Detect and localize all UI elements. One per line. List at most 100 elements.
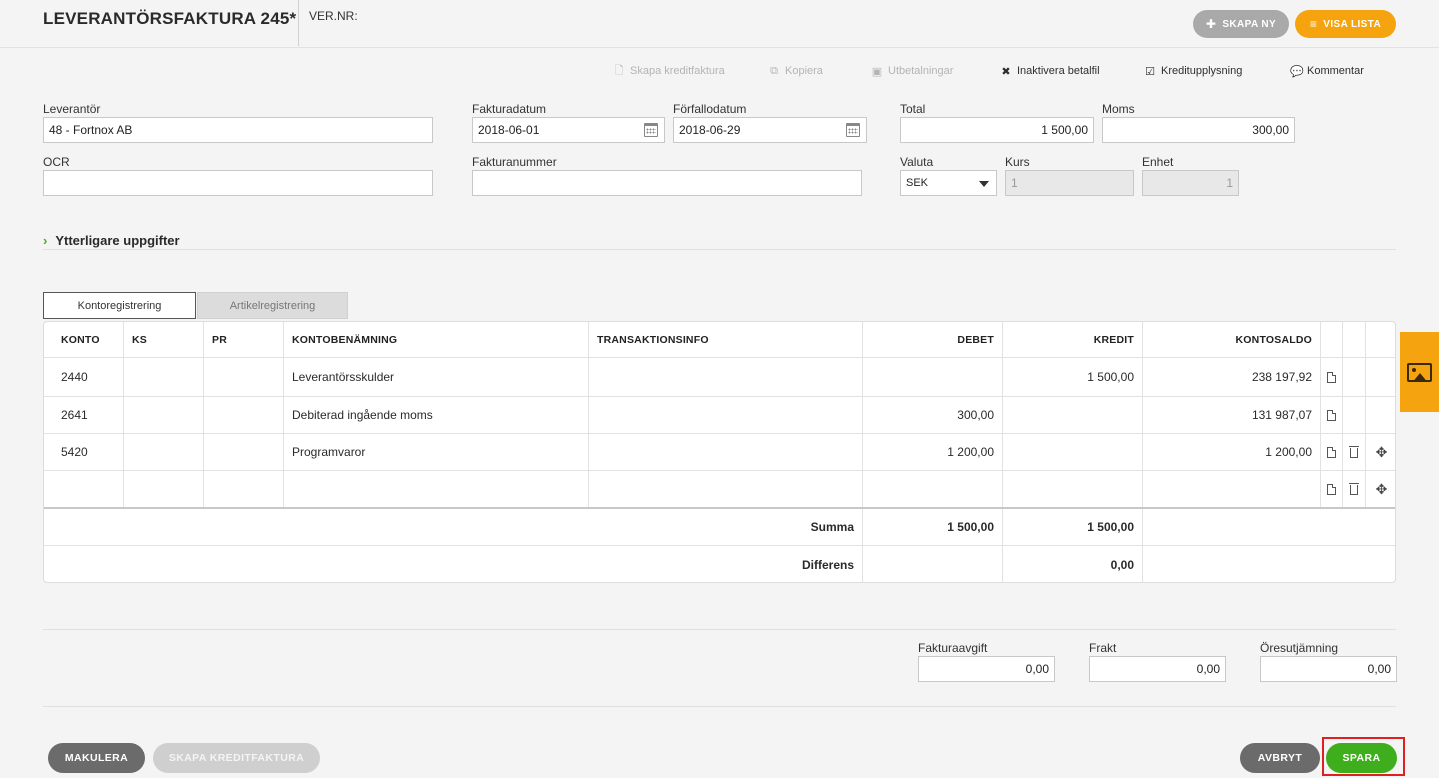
row-move-handle[interactable]: ✥ (1366, 434, 1395, 470)
sum-label: Summa (44, 509, 863, 545)
money-icon: ▣ (871, 65, 883, 78)
cell-account-name[interactable]: Debiterad ingående moms (284, 397, 589, 433)
invoice-fee-input[interactable]: 0,00 (918, 656, 1055, 682)
cell-kredit[interactable] (1003, 397, 1143, 433)
credit-info-action[interactable]: ☑ Kreditupplysning (1144, 63, 1242, 79)
cell-ks[interactable] (124, 434, 204, 470)
cell-account-name[interactable]: Programvaror (284, 434, 589, 470)
sum-row: Summa 1 500,00 1 500,00 (44, 509, 1395, 546)
cell-kredit[interactable] (1003, 471, 1143, 507)
cell-balance: 238 197,92 (1143, 358, 1321, 396)
unit-label: Enhet (1142, 155, 1174, 169)
cell-konto[interactable]: 5420 (44, 434, 124, 470)
more-details-toggle[interactable]: › Ytterligare uppgifter (43, 233, 180, 248)
row-document-button[interactable] (1321, 471, 1343, 507)
table-row[interactable]: 2440 Leverantörsskulder 1 500,00 238 197… (44, 358, 1395, 397)
due-date-input[interactable]: 2018-06-29 (673, 117, 867, 143)
title-divider (298, 0, 299, 46)
cell-pr[interactable] (204, 434, 284, 470)
cell-kredit[interactable]: 1 500,00 (1003, 358, 1143, 396)
calendar-icon[interactable] (644, 123, 658, 137)
cell-transaction-info[interactable] (589, 434, 863, 470)
column-header-konto[interactable]: KONTO (44, 322, 124, 357)
column-header-kredit[interactable]: KREDIT (1003, 322, 1143, 357)
cell-account-name[interactable] (284, 471, 589, 507)
cell-ks[interactable] (124, 358, 204, 396)
cell-konto[interactable]: 2641 (44, 397, 124, 433)
cell-account-name[interactable]: Leverantörsskulder (284, 358, 589, 396)
deactivate-payfile-action[interactable]: ✖ Inaktivera betalfil (1000, 63, 1099, 79)
comment-action[interactable]: 💬 Kommentar (1290, 63, 1364, 79)
cell-transaction-info[interactable] (589, 471, 863, 507)
calendar-icon[interactable] (846, 123, 860, 137)
save-button-highlight (1322, 737, 1405, 776)
cell-debet[interactable] (863, 358, 1003, 396)
column-header-balance[interactable]: KONTOSALDO (1143, 322, 1321, 357)
cell-transaction-info[interactable] (589, 397, 863, 433)
cell-transaction-info[interactable] (589, 358, 863, 396)
tab-account-registration[interactable]: Kontoregistrering (43, 292, 196, 319)
freight-input[interactable]: 0,00 (1089, 656, 1226, 682)
attachment-panel-toggle[interactable] (1400, 332, 1439, 412)
comment-icon: 💬 (1290, 65, 1304, 78)
cell-ks[interactable] (124, 471, 204, 507)
cell-debet[interactable] (863, 471, 1003, 507)
ver-nr-label: VER.NR: (309, 9, 358, 23)
show-list-button[interactable]: ≡ VISA LISTA (1295, 10, 1396, 38)
move-icon: ✥ (1375, 481, 1388, 497)
create-credit-invoice-action[interactable]: 🗋 Skapa kreditfaktura (613, 63, 725, 79)
tab-article-registration[interactable]: Artikelregistrering (197, 292, 348, 319)
cell-balance (1143, 471, 1321, 507)
row-move-handle[interactable]: ✥ (1366, 471, 1395, 507)
column-header-transaction-info[interactable]: TRANSAKTIONSINFO (589, 322, 863, 357)
column-header-debet[interactable]: DEBET (863, 322, 1003, 357)
cell-debet[interactable]: 300,00 (863, 397, 1003, 433)
invoice-date-input[interactable]: 2018-06-01 (472, 117, 665, 143)
row-document-button[interactable] (1321, 358, 1343, 396)
table-row[interactable]: 5420 Programvaror 1 200,00 1 200,00 ✥ (44, 434, 1395, 471)
rounding-input[interactable]: 0,00 (1260, 656, 1397, 682)
cell-konto[interactable] (44, 471, 124, 507)
void-button[interactable]: MAKULERA (48, 743, 145, 773)
column-header-pr[interactable]: PR (204, 322, 284, 357)
row-empty-action (1343, 358, 1366, 396)
create-credit-invoice-button[interactable]: SKAPA KREDITFAKTURA (153, 743, 320, 773)
supplier-input[interactable]: 48 - Fortnox AB (43, 117, 433, 143)
copy-action[interactable]: ⧉ Kopiera (768, 63, 823, 79)
cell-ks[interactable] (124, 397, 204, 433)
row-empty-action (1366, 397, 1395, 433)
row-document-button[interactable] (1321, 434, 1343, 470)
row-delete-button[interactable] (1343, 434, 1366, 470)
row-document-button[interactable] (1321, 397, 1343, 433)
cancel-button[interactable]: AVBRYT (1240, 743, 1320, 773)
ocr-input[interactable] (43, 170, 433, 196)
row-delete-button[interactable] (1343, 471, 1366, 507)
cell-pr[interactable] (204, 358, 284, 396)
document-icon (1327, 409, 1336, 421)
column-header-account-name[interactable]: KONTOBENÄMNING (284, 322, 589, 357)
payments-action[interactable]: ▣ Utbetalningar (871, 63, 954, 79)
rate-label: Kurs (1005, 155, 1030, 169)
more-details-label: Ytterligare uppgifter (55, 233, 180, 248)
currency-label: Valuta (900, 155, 934, 169)
column-header-ks[interactable]: KS (124, 322, 204, 357)
vat-input[interactable]: 300,00 (1102, 117, 1295, 143)
cell-pr[interactable] (204, 397, 284, 433)
difference-kredit: 0,00 (1003, 546, 1143, 582)
row-empty-action (1343, 397, 1366, 433)
table-row[interactable]: 2641 Debiterad ingående moms 300,00 131 … (44, 397, 1395, 434)
section-divider (43, 249, 1396, 250)
comment-label: Kommentar (1307, 65, 1364, 77)
total-input[interactable]: 1 500,00 (900, 117, 1094, 143)
invoice-number-input[interactable] (472, 170, 862, 196)
cell-kredit[interactable] (1003, 434, 1143, 470)
rate-input: 1 (1005, 170, 1134, 196)
cell-konto[interactable]: 2440 (44, 358, 124, 396)
difference-debet (863, 546, 1003, 582)
cell-debet[interactable]: 1 200,00 (863, 434, 1003, 470)
table-row[interactable]: ✥ (44, 471, 1395, 509)
currency-select[interactable]: SEK (900, 170, 997, 196)
credit-info-label: Kreditupplysning (1161, 65, 1243, 77)
cell-pr[interactable] (204, 471, 284, 507)
create-new-button[interactable]: ✚ SKAPA NY (1193, 10, 1289, 38)
